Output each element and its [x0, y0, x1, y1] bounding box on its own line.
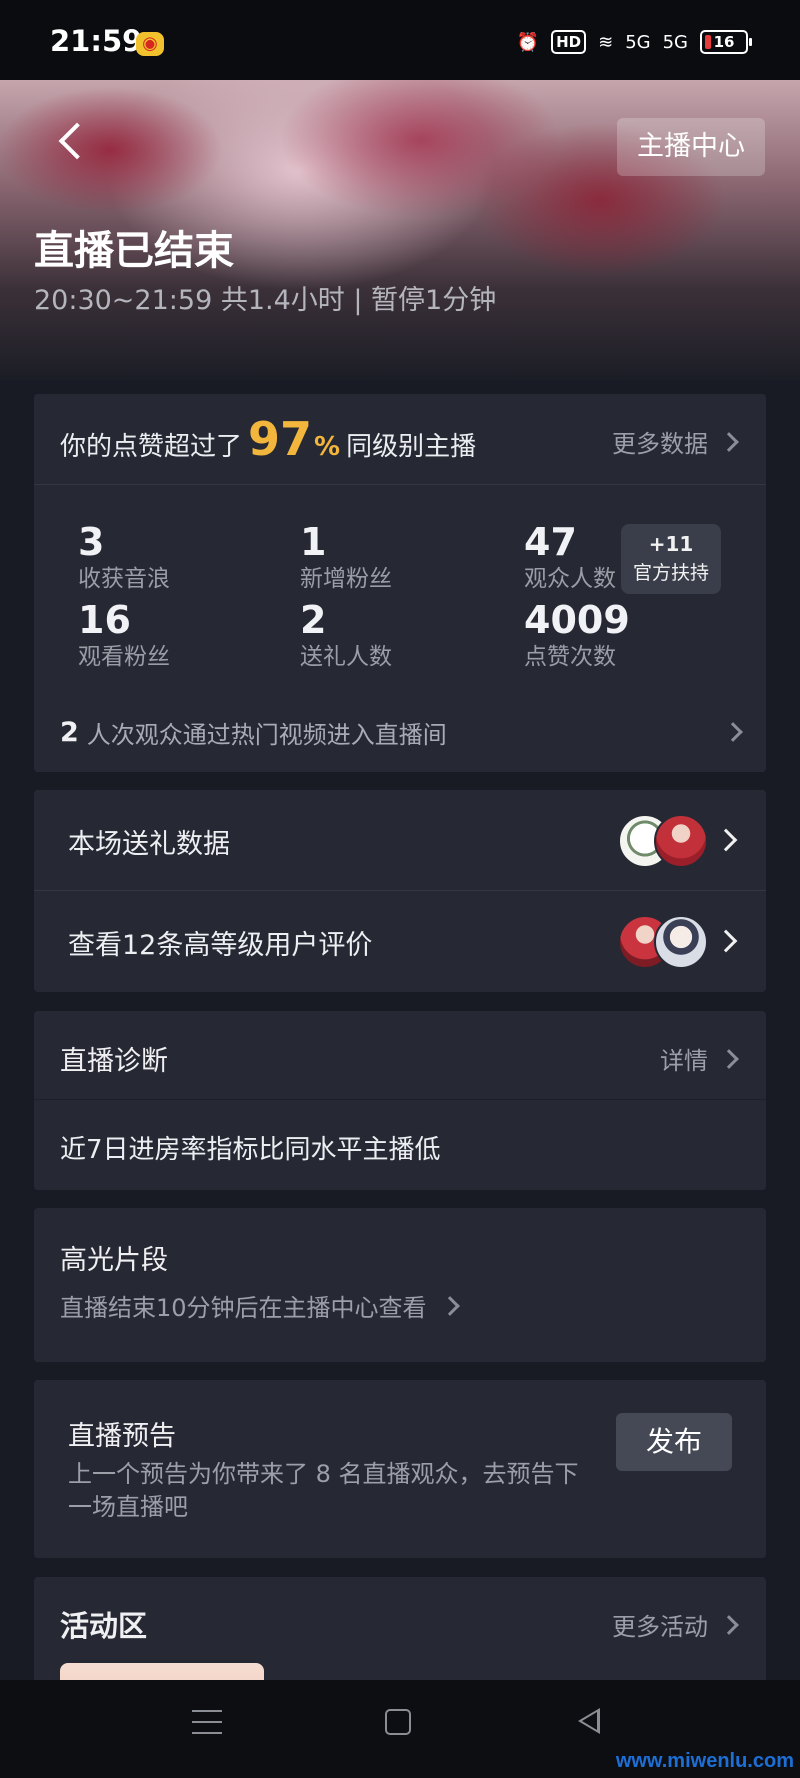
live-diagnosis-card: 直播诊断 详情 近7日进房率指标比同水平主播低	[34, 1011, 766, 1190]
page-title: 直播已结束	[34, 228, 234, 274]
anchor-center-button[interactable]: 主播中心	[617, 118, 765, 176]
highlight-card: 高光片段 直播结束10分钟后在主播中心查看	[34, 1208, 766, 1362]
chevron-right-icon	[439, 1295, 460, 1316]
menu-icon[interactable]	[192, 1710, 222, 1736]
official-support-badge[interactable]: +11 官方扶持	[621, 524, 721, 594]
status-icons: ⏰ HD ≋ 5G 5G 16	[516, 30, 752, 54]
live-duration: 20:30~21:59 共1.4小时 | 暂停1分钟	[34, 285, 497, 316]
chevron-right-icon	[714, 929, 738, 953]
stat-gift-givers: 2 送礼人数	[300, 598, 392, 672]
avatar	[654, 915, 708, 969]
back-button[interactable]	[52, 116, 92, 166]
stat-label: 观看粉丝	[78, 644, 170, 670]
detail-label: 详情	[660, 1047, 708, 1075]
likes-prefix: 你的点赞超过了	[60, 432, 243, 462]
highlight-subtitle: 直播结束10分钟后在主播中心查看	[60, 1294, 427, 1322]
diagnosis-header: 直播诊断 详情	[34, 1011, 766, 1100]
likes-rank-row: 你的点赞超过了 97 % 同级别主播 更多数据	[34, 394, 766, 485]
chevron-right-icon	[723, 722, 743, 742]
stat-label: 收获音浪	[78, 566, 170, 592]
stat-label: 送礼人数	[300, 644, 392, 670]
diagnosis-title: 直播诊断	[60, 1046, 168, 1077]
stat-value: 16	[78, 598, 131, 642]
more-activities-link[interactable]: 更多活动	[612, 1607, 739, 1642]
diagnosis-text: 近7日进房率指标比同水平主播低	[60, 1135, 441, 1165]
stat-value: 4009	[524, 598, 630, 642]
stats-card: 你的点赞超过了 97 % 同级别主播 更多数据 3 收获音浪 1 新增粉丝 47…	[34, 394, 766, 772]
stat-value: 47	[524, 520, 577, 564]
battery-icon: 16	[700, 30, 752, 54]
stat-label: 点赞次数	[524, 644, 616, 670]
alarm-icon: ⏰	[516, 31, 540, 53]
wifi-icon: ≋	[598, 31, 614, 53]
likes-percent: 97	[248, 412, 313, 466]
chevron-right-icon	[719, 1614, 739, 1635]
stat-new-fans: 1 新增粉丝	[300, 520, 392, 594]
preview-title: 直播预告	[68, 1421, 176, 1452]
preview-subtitle: 上一个预告为你带来了 8 名直播观众，去预告下一场直播吧	[68, 1460, 579, 1521]
gift-review-card: 本场送礼数据 查看12条高等级用户评价	[34, 790, 766, 992]
signal-5g-icon-2: 5G	[662, 31, 688, 53]
gift-data-row[interactable]: 本场送礼数据	[34, 790, 766, 891]
support-label: 官方扶持	[632, 562, 709, 584]
status-time: 21:59	[50, 24, 143, 58]
support-count: +11	[648, 532, 694, 556]
chevron-right-icon	[719, 431, 739, 452]
weibo-icon: ◉	[136, 32, 164, 56]
stat-value: 1	[300, 520, 327, 564]
signal-5g-icon: 5G	[625, 31, 651, 53]
chevron-right-icon	[719, 1048, 739, 1069]
more-data-link[interactable]: 更多数据	[612, 424, 739, 459]
more-activities-label: 更多活动	[612, 1613, 708, 1641]
gift-data-label: 本场送礼数据	[68, 829, 230, 860]
stat-sound-waves: 3 收获音浪	[78, 520, 170, 594]
status-bar: 21:59 ◉ ⏰ HD ≋ 5G 5G 16	[0, 0, 800, 80]
avatar	[654, 814, 708, 868]
publish-button[interactable]: 发布	[616, 1413, 732, 1471]
user-reviews-row[interactable]: 查看12条高等级用户评价	[34, 891, 766, 991]
stat-label: 新增粉丝	[300, 566, 392, 592]
hot-video-entry-row[interactable]: 2 人次观众通过热门视频进入直播间	[60, 712, 750, 752]
stat-viewers: 47 观众人数	[524, 520, 616, 594]
chevron-right-icon	[714, 828, 738, 852]
user-reviews-label: 查看12条高等级用户评价	[68, 930, 373, 961]
reviewer-avatars	[618, 915, 708, 969]
diagnosis-detail-link[interactable]: 详情	[660, 1041, 739, 1076]
home-icon[interactable]	[385, 1709, 411, 1735]
stat-value: 2	[300, 598, 327, 642]
more-data-label: 更多数据	[612, 430, 708, 458]
likes-percent-sign: %	[314, 432, 341, 462]
hd-icon: HD	[551, 30, 587, 54]
stat-likes: 4009 点赞次数	[524, 598, 630, 672]
stat-fan-viewers: 16 观看粉丝	[78, 598, 170, 672]
hot-entry-count: 2	[60, 716, 79, 748]
watermark: www.miwenlu.com	[615, 1750, 794, 1772]
live-preview-card: 直播预告 上一个预告为你带来了 8 名直播观众，去预告下一场直播吧 发布	[34, 1380, 766, 1558]
hot-entry-text: 人次观众通过热门视频进入直播间	[86, 720, 447, 749]
highlight-title: 高光片段	[60, 1245, 168, 1276]
activity-title: 活动区	[60, 1609, 148, 1643]
highlight-link[interactable]: 直播结束10分钟后在主播中心查看	[60, 1288, 460, 1323]
back-triangle-icon[interactable]	[578, 1708, 600, 1734]
likes-rank-text: 你的点赞超过了 97 % 同级别主播	[60, 412, 476, 466]
likes-suffix: 同级别主播	[346, 432, 477, 462]
activity-card: 活动区 更多活动	[34, 1577, 766, 1697]
gifter-avatars	[618, 814, 708, 868]
stat-value: 3	[78, 520, 105, 564]
stat-label: 观众人数	[524, 566, 616, 592]
